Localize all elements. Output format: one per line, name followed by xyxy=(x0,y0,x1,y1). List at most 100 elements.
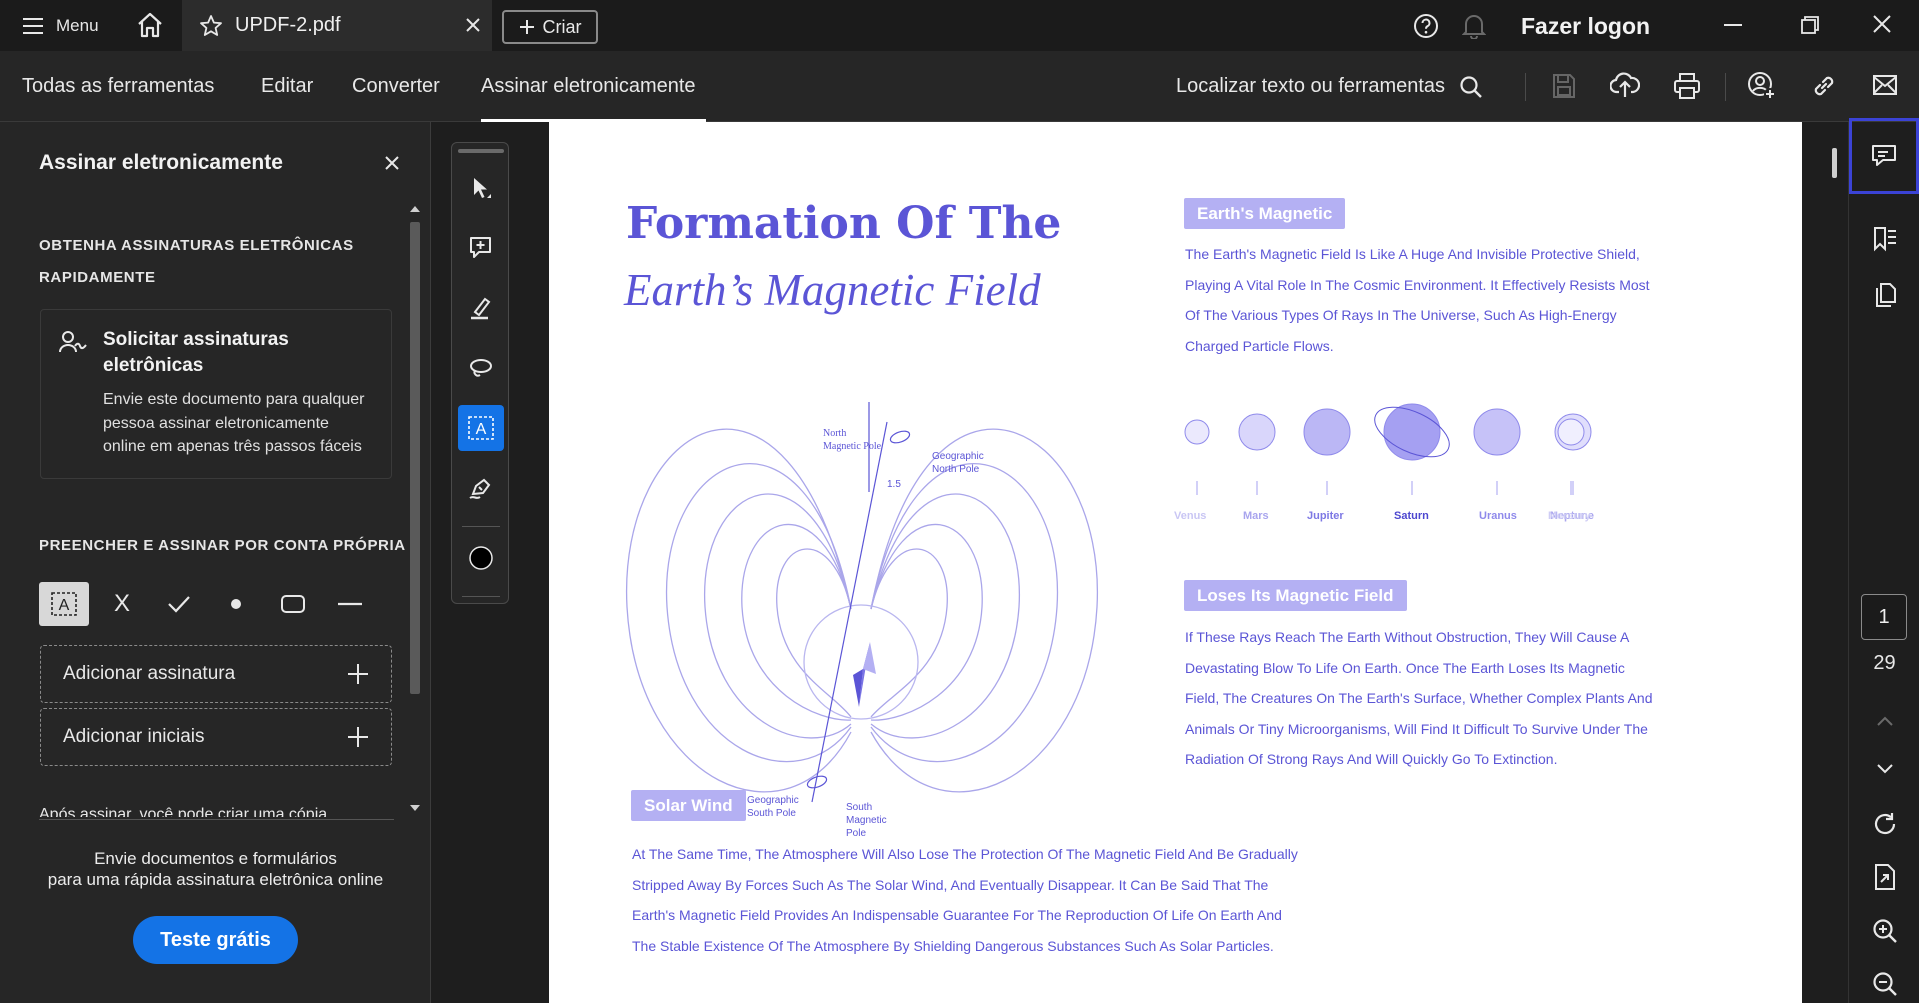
magnetic-field-diagram: North Magnetic Pole Geographic North Pol… xyxy=(587,362,1147,852)
select-tool[interactable] xyxy=(458,165,504,211)
zoom-in-icon xyxy=(1872,918,1898,944)
right-rail: 1 29 xyxy=(1848,118,1919,1003)
zoom-in-button[interactable] xyxy=(1849,906,1919,956)
section-title-line: OBTENHA ASSINATURAS ELETRÔNICAS xyxy=(39,237,354,254)
minimize-icon xyxy=(1723,15,1743,35)
mail-icon xyxy=(1872,73,1898,97)
request-signatures-card[interactable]: Solicitar assinaturas eletrônicas Envie … xyxy=(40,309,392,479)
cross-tool[interactable]: X xyxy=(106,582,138,626)
login-label: Fazer logon xyxy=(1521,12,1651,39)
rectangle-icon xyxy=(280,594,306,614)
menu-label: Menu xyxy=(56,16,99,35)
add-signature-label: Adicionar assinatura xyxy=(63,663,236,684)
free-trial-button[interactable]: Teste grátis xyxy=(133,916,298,964)
rectangle-tool[interactable] xyxy=(277,582,309,626)
bookmarks-button[interactable] xyxy=(1849,214,1919,264)
tab-all-tools[interactable]: Todas as ferramentas xyxy=(22,51,214,122)
email-button[interactable] xyxy=(1872,73,1898,97)
north-magnetic-label: North xyxy=(823,428,846,439)
upload-button[interactable] xyxy=(1610,71,1640,99)
section-title-line: RAPIDAMENTE xyxy=(39,269,156,286)
svg-text:A: A xyxy=(476,421,487,438)
color-picker[interactable] xyxy=(458,535,504,581)
help-button[interactable] xyxy=(1413,13,1439,39)
pages-button[interactable] xyxy=(1849,270,1919,320)
save-button[interactable] xyxy=(1552,73,1576,99)
dot-tool[interactable] xyxy=(220,582,252,626)
tab-label: Assinar eletronicamente xyxy=(481,75,696,97)
highlight-tool[interactable] xyxy=(458,285,504,331)
planet-label: Uranus xyxy=(1479,510,1517,522)
section-paragraph: At The Same Time, The Atmosphere Will Al… xyxy=(632,839,1298,961)
tab-convert[interactable]: Converter xyxy=(352,51,440,122)
paragraph-line: Charged Particle Flows. xyxy=(1185,337,1334,354)
paragraph-line: Field, The Creatures On The Earth's Surf… xyxy=(1185,690,1653,706)
section-fill-sign: PREENCHER E ASSINAR POR CONTA PRÓPRIA xyxy=(39,537,406,554)
create-button[interactable]: Criar xyxy=(502,10,598,44)
next-page-button[interactable] xyxy=(1849,744,1919,794)
document-scrollbar-thumb[interactable] xyxy=(1832,148,1837,178)
close-tab-icon[interactable] xyxy=(465,17,481,33)
tab-label: Todas as ferramentas xyxy=(22,75,215,97)
color-swatch-icon xyxy=(468,545,494,571)
planets-illustration xyxy=(1159,392,1639,512)
scroll-down-arrow[interactable] xyxy=(410,805,420,811)
paragraph-line: The Earth's Magnetic Field Is Like A Hug… xyxy=(1185,246,1640,262)
tab-edit[interactable]: Editar xyxy=(261,51,313,122)
menu-button[interactable]: Menu xyxy=(22,12,99,40)
paragraph-line: The Stable Existence Of The Atmosphere B… xyxy=(632,937,1274,954)
sign-tool[interactable] xyxy=(458,465,504,511)
scroll-up-arrow[interactable] xyxy=(410,206,420,212)
text-select-tool[interactable]: A xyxy=(458,405,504,451)
toolbar-drag-handle[interactable] xyxy=(458,149,504,153)
checkmark-tool[interactable] xyxy=(163,582,195,626)
tab-title: UPDF-2.pdf xyxy=(235,14,341,36)
page-number-input[interactable]: 1 xyxy=(1861,594,1907,640)
extract-page-button[interactable] xyxy=(1849,852,1919,902)
bookmark-list-icon xyxy=(1871,225,1899,253)
toolbar-divider xyxy=(462,526,500,527)
add-signature-button[interactable]: Adicionar assinatura xyxy=(40,645,392,703)
print-button[interactable] xyxy=(1673,72,1701,100)
star-icon[interactable] xyxy=(199,14,223,38)
rotate-button[interactable] xyxy=(1849,799,1919,849)
minimize-button[interactable] xyxy=(1723,15,1743,35)
text-field-tool[interactable]: A xyxy=(39,582,89,626)
line-tool[interactable] xyxy=(334,582,366,626)
south-magnetic-label: Magnetic xyxy=(846,815,887,826)
request-signatures-icon xyxy=(58,330,88,356)
previous-page-button[interactable] xyxy=(1849,696,1919,746)
home-icon xyxy=(136,12,164,38)
card-desc-line: Envie este documento para qualquer xyxy=(103,391,365,408)
login-button[interactable]: Fazer logon xyxy=(1521,10,1650,42)
title-bar: Menu UPDF-2.pdf Criar Fazer logon xyxy=(0,0,1919,51)
paragraph-line: Radiation Of Strong Rays And Will Quickl… xyxy=(1185,751,1558,767)
draw-tool[interactable] xyxy=(458,345,504,391)
notifications-button[interactable] xyxy=(1462,13,1486,39)
card-desc-line: online em apenas três passos fáceis xyxy=(103,438,362,455)
card-title-line: Solicitar assinaturas xyxy=(103,329,289,350)
total-pages: 29 xyxy=(1873,652,1896,674)
add-user-icon xyxy=(1747,71,1777,101)
share-user-button[interactable] xyxy=(1747,71,1777,101)
zoom-out-button[interactable] xyxy=(1849,959,1919,1003)
add-initials-button[interactable]: Adicionar iniciais xyxy=(40,708,392,766)
search-tools[interactable]: Localizar texto ou ferramentas xyxy=(1176,51,1483,122)
restore-button[interactable] xyxy=(1800,15,1820,35)
tab-esign[interactable]: Assinar eletronicamente xyxy=(481,51,706,122)
comments-button[interactable] xyxy=(1849,118,1919,194)
scroll-thumb[interactable] xyxy=(410,222,420,694)
add-comment-tool[interactable] xyxy=(458,225,504,271)
document-tab[interactable]: UPDF-2.pdf xyxy=(182,0,492,51)
tab-label: Editar xyxy=(261,75,314,97)
cross-tool-label: X xyxy=(113,590,130,617)
plus-icon xyxy=(347,726,369,748)
panel-scrollbar[interactable] xyxy=(408,202,422,817)
angle-label: 1.5 xyxy=(887,479,901,490)
checkmark-icon xyxy=(167,594,191,614)
home-button[interactable] xyxy=(136,12,164,38)
close-window-button[interactable] xyxy=(1872,14,1892,34)
close-panel-button[interactable] xyxy=(385,156,399,170)
panel-title: Assinar eletronicamente xyxy=(39,151,283,174)
link-button[interactable] xyxy=(1810,72,1838,100)
